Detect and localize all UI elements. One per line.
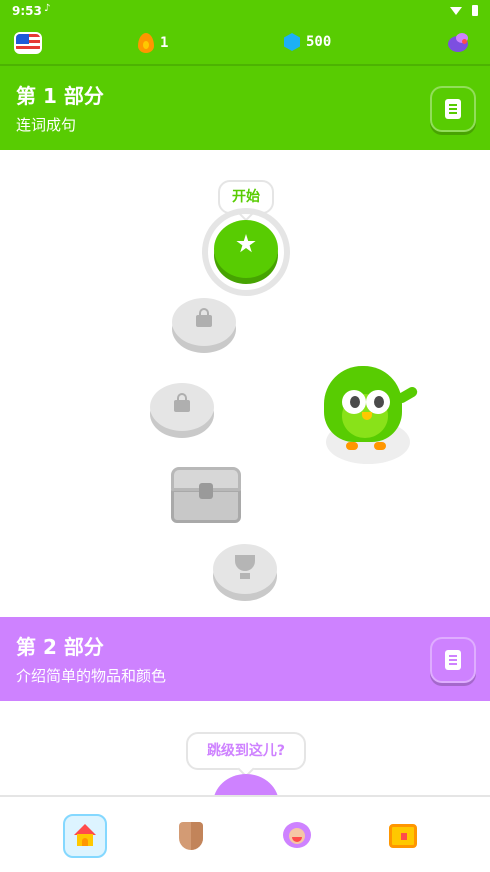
nav-shop-tab[interactable]: [381, 814, 425, 858]
home-icon: [74, 824, 96, 846]
lock-icon: [174, 393, 190, 412]
lesson-locked-node[interactable]: [150, 383, 214, 431]
top-bar: 1 500: [0, 22, 490, 66]
lock-icon: [196, 308, 212, 327]
notification-icon: ♪: [44, 3, 51, 14]
nav-learn-tab[interactable]: [63, 814, 107, 858]
gem-icon: [284, 33, 300, 51]
us-flag-icon[interactable]: [14, 32, 42, 54]
unit-title: 第 1 部分: [16, 84, 104, 108]
status-bar: 9:53 ♪: [0, 0, 490, 22]
unit-1-header: 第 1 部分 连词成句: [0, 66, 490, 150]
trophy-node[interactable]: [213, 544, 277, 594]
unit-title: 第 2 部分: [16, 635, 104, 659]
unit-subtitle: 介绍简单的物品和颜色: [16, 667, 167, 685]
streak-count: 1: [160, 35, 169, 51]
duo-owl-mascot: [316, 360, 420, 464]
guidebook-icon: [445, 99, 461, 119]
gem-counter[interactable]: 500: [284, 33, 331, 51]
wifi-icon: [450, 7, 462, 15]
battery-icon: [472, 5, 478, 16]
leagues-shield-icon: [179, 822, 203, 850]
chest-lock-icon: [199, 483, 213, 499]
streak-counter[interactable]: 1: [138, 33, 168, 53]
unit-subtitle: 连词成句: [16, 116, 77, 134]
nav-profile-tab[interactable]: [275, 814, 319, 858]
gem-count: 500: [306, 34, 332, 50]
lesson-start-button[interactable]: [214, 220, 278, 278]
bottom-navigation: [0, 795, 490, 872]
treasure-chest-node[interactable]: [171, 467, 241, 525]
nav-leagues-tab[interactable]: [169, 814, 213, 858]
status-time: 9:53: [12, 4, 42, 18]
guidebook-button[interactable]: [430, 637, 476, 683]
guidebook-icon: [445, 650, 461, 670]
guidebook-button[interactable]: [430, 86, 476, 132]
jump-here-tooltip[interactable]: 跳级到这儿?: [186, 732, 306, 770]
flame-icon: [138, 33, 154, 53]
unit-2-header: 第 2 部分 介绍简单的物品和颜色: [0, 617, 490, 701]
profile-icon[interactable]: [446, 31, 472, 55]
lesson-locked-node[interactable]: [172, 298, 236, 346]
shop-chest-icon: [389, 824, 417, 848]
trophy-icon: [235, 555, 255, 571]
star-icon: [236, 234, 256, 253]
